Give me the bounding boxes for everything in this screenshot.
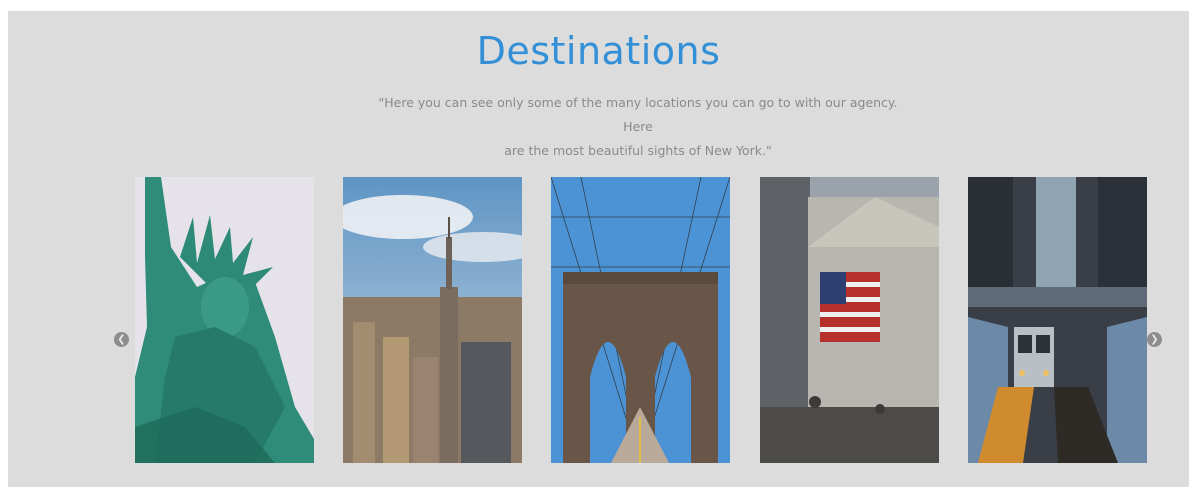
- section-subtitle: "Here you can see only some of the many …: [368, 91, 908, 163]
- subway-image: [968, 177, 1147, 463]
- destination-card-subway[interactable]: [968, 177, 1147, 463]
- destinations-section: Destinations "Here you can see only some…: [8, 11, 1189, 487]
- subtitle-line-1: "Here you can see only some of the many …: [378, 95, 898, 134]
- stock-exchange-image: [760, 177, 939, 463]
- destination-card-stock-exchange[interactable]: [760, 177, 939, 463]
- carousel-prev-button[interactable]: ❮: [114, 332, 129, 347]
- chevron-left-icon: ❮: [117, 334, 126, 345]
- destination-card-brooklyn-bridge[interactable]: [551, 177, 730, 463]
- statue-of-liberty-image: [135, 177, 314, 463]
- destination-card-empire-state[interactable]: [343, 177, 522, 463]
- chevron-right-icon: ❯: [1150, 334, 1159, 345]
- brooklyn-bridge-image: [551, 177, 730, 463]
- destination-card-statue-of-liberty[interactable]: [135, 177, 314, 463]
- empire-state-image: [343, 177, 522, 463]
- carousel-next-button[interactable]: ❯: [1147, 332, 1162, 347]
- subtitle-line-2: are the most beautiful sights of New Yor…: [504, 143, 772, 158]
- section-title: Destinations: [476, 29, 721, 73]
